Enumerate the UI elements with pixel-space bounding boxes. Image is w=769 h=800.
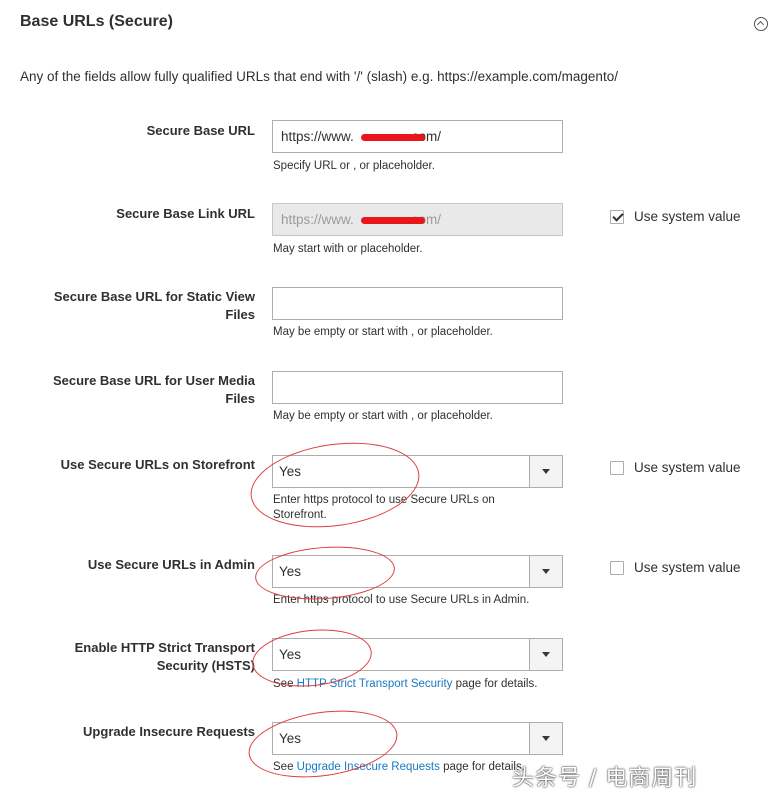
- use-system-value-admin[interactable]: Use system value: [610, 560, 741, 575]
- secure-admin-select[interactable]: Yes: [272, 555, 563, 588]
- label-secure-base-link-url: Secure Base Link URL: [116, 206, 255, 221]
- section-title: Base URLs (Secure): [20, 13, 173, 30]
- redaction-mark: [361, 217, 425, 224]
- label-secure-base-url: Secure Base URL: [146, 123, 255, 138]
- section-intro: Any of the fields allow fully qualified …: [20, 69, 618, 84]
- redaction-mark: [361, 134, 425, 141]
- secure-admin-value: Yes: [279, 564, 302, 579]
- upgrade-insecure-link[interactable]: Upgrade Insecure Requests: [297, 761, 440, 773]
- checkbox-icon[interactable]: [610, 460, 624, 475]
- checkbox-checked-icon[interactable]: [610, 209, 624, 224]
- label-secure-admin: Use Secure URLs in Admin: [87, 557, 255, 572]
- note-user-media-files: May be empty or start with , or placehol…: [273, 410, 493, 422]
- upgrade-insecure-value: Yes: [279, 731, 302, 746]
- secure-storefront-select[interactable]: Yes: [272, 455, 563, 488]
- checkbox-icon[interactable]: [610, 560, 624, 575]
- use-system-value-label: Use system value: [634, 209, 741, 224]
- watermark: 头条号 / 电商周刊: [512, 766, 698, 791]
- chevron-down-icon[interactable]: [529, 556, 562, 587]
- chevron-down-icon[interactable]: [529, 639, 562, 670]
- secure-storefront-value: Yes: [279, 464, 302, 479]
- label-secure-storefront: Use Secure URLs on Storefront: [60, 457, 255, 472]
- use-system-value-label: Use system value: [634, 560, 741, 575]
- label-user-media-files: Secure Base URL for User Media Files: [52, 373, 255, 406]
- note-static-view-files: May be empty or start with , or placehol…: [273, 326, 493, 338]
- note-hsts-post: page for details.: [452, 678, 538, 690]
- note-secure-base-url: Specify URL or , or placeholder.: [273, 160, 435, 172]
- static-view-files-input[interactable]: [272, 287, 563, 320]
- upgrade-insecure-select[interactable]: Yes: [272, 722, 563, 755]
- label-upgrade-insecure: Upgrade Insecure Requests: [83, 724, 255, 739]
- collapse-icon[interactable]: [754, 17, 768, 31]
- note-hsts-pre: See: [273, 678, 297, 690]
- user-media-files-input[interactable]: [272, 371, 563, 404]
- note-upgrade-pre: See: [273, 761, 297, 773]
- hsts-link[interactable]: HTTP Strict Transport Security: [297, 678, 453, 690]
- hsts-select[interactable]: Yes: [272, 638, 563, 671]
- use-system-value-link-url[interactable]: Use system value: [610, 209, 741, 224]
- label-static-view-files: Secure Base URL for Static View Files: [53, 289, 255, 322]
- chevron-down-icon[interactable]: [529, 723, 562, 754]
- secure-base-url-prefix: https://www.: [281, 129, 354, 144]
- chevron-down-icon[interactable]: [529, 456, 562, 487]
- note-secure-storefront: Enter https protocol to use Secure URLs …: [273, 494, 495, 521]
- note-hsts: See HTTP Strict Transport Security page …: [273, 677, 563, 692]
- note-secure-base-link-url: May start with or placeholder.: [273, 243, 423, 255]
- hsts-value: Yes: [279, 647, 302, 662]
- label-hsts: Enable HTTP Strict Transport Security (H…: [74, 640, 255, 673]
- use-system-value-storefront[interactable]: Use system value: [610, 460, 741, 475]
- note-secure-admin: Enter https protocol to use Secure URLs …: [273, 594, 530, 606]
- secure-base-link-url-prefix: https://www.: [281, 212, 354, 227]
- use-system-value-label: Use system value: [634, 460, 741, 475]
